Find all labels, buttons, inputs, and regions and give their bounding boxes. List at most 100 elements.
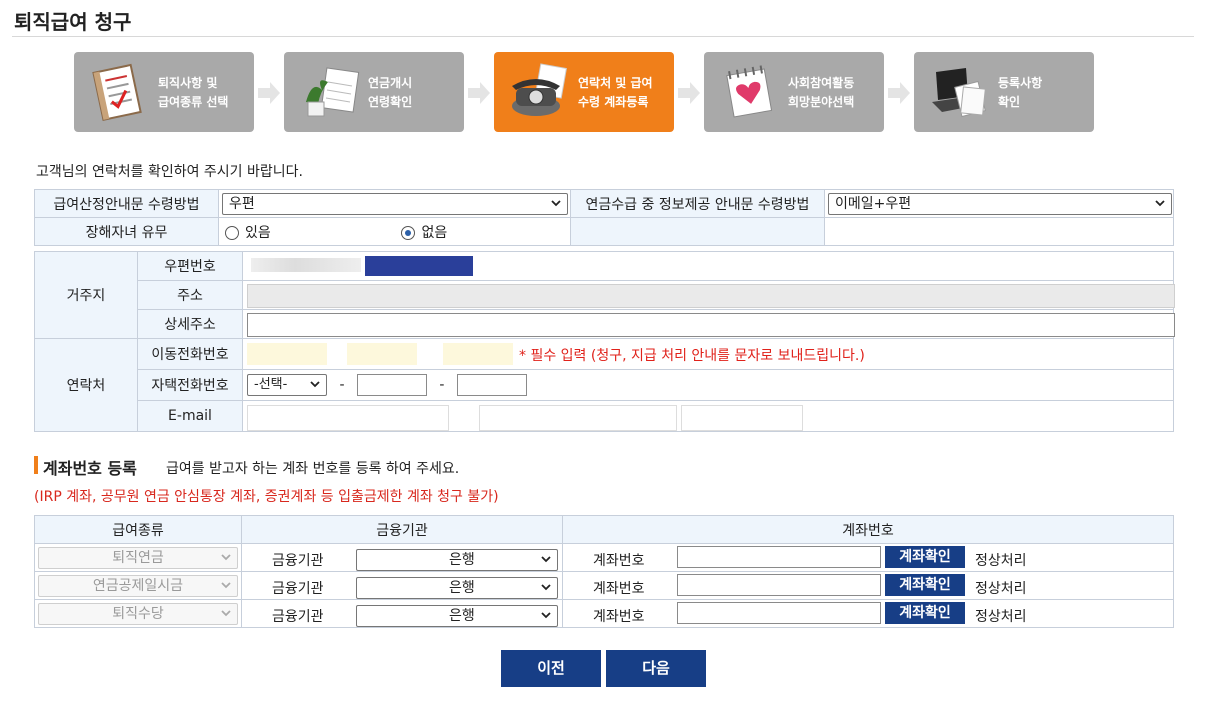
status-text: 정상처리 [975, 581, 1027, 597]
bank-select[interactable]: 은행 [356, 604, 558, 627]
notice-table: 급여산정안내문 수령방법 우편 연금수급 중 정보제공 안내문 수령방법 이메일… [34, 189, 1174, 246]
disabled-child-label: 장해자녀 유무 [34, 217, 219, 246]
mobile-required-note: * 필수 입력 (청구, 지급 처리 안내를 문자로 보내드립니다.) [519, 348, 865, 364]
verify-account-button[interactable]: 계좌확인 [885, 602, 965, 624]
benefit-type-select: 퇴직수당 [38, 602, 238, 625]
zip-label: 우편번호 [137, 251, 243, 281]
mobile-part-2[interactable] [347, 343, 417, 365]
header-benefit-type: 급여종류 [34, 515, 242, 544]
account-row: 퇴직연금 금융기관 은행 계좌번호 계좌확인 정상처리 [34, 543, 1174, 572]
email-label: E-mail [137, 400, 243, 432]
intro-text: 고객님의 연락처를 확인하여 주시기 바랍니다. [36, 164, 303, 180]
email-id-field[interactable] [247, 405, 449, 431]
mobile-part-1[interactable] [247, 343, 327, 365]
account-warning: (IRP 계좌, 공무원 연금 안심통장 계좌, 증권계좌 등 입출금제한 계좌… [34, 489, 499, 505]
zip-cell [242, 251, 1174, 281]
detail-cell [242, 309, 1175, 339]
chevron-down-icon [221, 553, 231, 560]
chevron-down-icon [541, 555, 551, 562]
chevron-down-icon [541, 583, 551, 590]
home-phone-last-input[interactable] [456, 374, 527, 396]
account-label: 계좌번호 [593, 581, 645, 597]
header-institution: 금융기관 [241, 515, 563, 544]
calendar-plant-icon [306, 67, 360, 117]
email-domain-field[interactable] [479, 405, 677, 431]
chevron-down-icon [221, 609, 231, 616]
home-phone-area-select[interactable]: -선택- [247, 374, 327, 396]
radio-yes-option[interactable]: 있음 [225, 222, 397, 242]
step-3-label: 연락처 및 급여 수령 계좌등록 [578, 76, 653, 109]
chevron-down-icon [221, 581, 231, 588]
empty-cell [570, 217, 825, 246]
chevron-down-icon [551, 199, 561, 206]
account-number-input[interactable] [677, 574, 881, 596]
section-marker [34, 456, 38, 474]
home-phone-label: 자택전화번호 [137, 369, 243, 401]
radio-yes[interactable] [225, 225, 239, 240]
account-number-input[interactable] [677, 546, 881, 568]
step-arrow-icon [888, 82, 910, 104]
status-text: 정상처리 [975, 609, 1027, 625]
addr-label: 주소 [137, 280, 243, 310]
account-section-title: 계좌번호 등록 [43, 459, 137, 478]
detail-address-field[interactable] [247, 313, 1175, 337]
telephone-icon [512, 63, 567, 116]
benefit-type-select: 퇴직연금 [38, 546, 238, 569]
mobile-cell: * 필수 입력 (청구, 지급 처리 안내를 문자로 보내드립니다.) [242, 338, 1174, 370]
email-domain-select[interactable] [681, 405, 803, 431]
heart-notebook-icon [726, 65, 773, 118]
method-label: 급여산정안내문 수령방법 [34, 189, 219, 218]
institution-label: 금융기관 [272, 609, 324, 625]
step-4: 사회참여활동 희망분야선택 [704, 52, 884, 132]
page-title: 퇴직급여 청구 [14, 10, 132, 34]
verify-account-button[interactable]: 계좌확인 [885, 546, 965, 568]
bank-select[interactable]: 은행 [356, 548, 558, 571]
account-row: 퇴직수당 금융기관 은행 계좌번호 계좌확인 정상처리 [34, 599, 1174, 628]
step-1: 퇴직사항 및 급여종류 선택 [74, 52, 254, 132]
zip-field[interactable] [251, 258, 361, 272]
step-arrow-icon [258, 82, 280, 104]
prev-button[interactable]: 이전 [501, 650, 601, 687]
mobile-part-3[interactable] [443, 343, 513, 365]
step-5-label: 등록사항 확인 [998, 76, 1043, 109]
account-table: 급여종류 금융기관 계좌번호 퇴직연금 금융기관 은행 계좌번호 계좌확인 정상… [34, 515, 1174, 628]
step-2-label: 연금개시 연령확인 [368, 76, 413, 109]
account-row: 연금공제일시금 금융기관 은행 계좌번호 계좌확인 정상처리 [34, 571, 1174, 600]
zip-search-button[interactable] [365, 256, 473, 276]
method-select[interactable]: 우편 [222, 192, 568, 215]
bank-select[interactable]: 은행 [356, 576, 558, 599]
address-contact-table: 거주지 우편번호 주소 상세주소 연락처 이동전화번호 * 필수 입력 (청구,… [34, 251, 1175, 432]
pension-info-label: 연금수급 중 정보제공 안내문 수령방법 [570, 189, 825, 218]
pension-info-select[interactable]: 이메일+우편 [828, 192, 1172, 215]
mobile-label: 이동전화번호 [137, 338, 243, 370]
account-section-subtitle: 급여를 받고자 하는 계좌 번호를 등록 하여 주세요. [166, 461, 460, 477]
benefit-type-select: 연금공제일시금 [38, 574, 238, 597]
step-5: 등록사항 확인 [914, 52, 1094, 132]
chevron-down-icon [310, 381, 320, 388]
empty-cell [824, 217, 1174, 246]
step-4-label: 사회참여활동 희망분야선택 [788, 76, 855, 109]
header-account: 계좌번호 [562, 515, 1174, 544]
step-1-label: 퇴직사항 및 급여종류 선택 [158, 76, 229, 109]
radio-no[interactable] [401, 225, 416, 240]
step-2: 연금개시 연령확인 [284, 52, 464, 132]
radio-no-option[interactable]: 없음 [401, 225, 447, 241]
chevron-down-icon [541, 611, 551, 618]
contact-section-label: 연락처 [34, 338, 138, 432]
notebook-checklist-icon [92, 63, 142, 122]
title-divider [12, 36, 1194, 37]
step-3: 연락처 및 급여 수령 계좌등록 [494, 52, 674, 132]
next-button[interactable]: 다음 [606, 650, 706, 687]
address-section-label: 거주지 [34, 251, 138, 339]
addr-cell [242, 280, 1175, 310]
email-cell [242, 400, 1174, 432]
account-number-input[interactable] [677, 602, 881, 624]
verify-account-button[interactable]: 계좌확인 [885, 574, 965, 596]
status-text: 정상처리 [975, 553, 1027, 569]
home-phone-mid-input[interactable] [356, 374, 427, 396]
step-arrow-icon [468, 82, 490, 104]
account-label: 계좌번호 [593, 553, 645, 569]
step-arrow-icon [678, 82, 700, 104]
address-field [247, 284, 1175, 308]
home-phone-cell: -선택- - - [242, 369, 1174, 401]
